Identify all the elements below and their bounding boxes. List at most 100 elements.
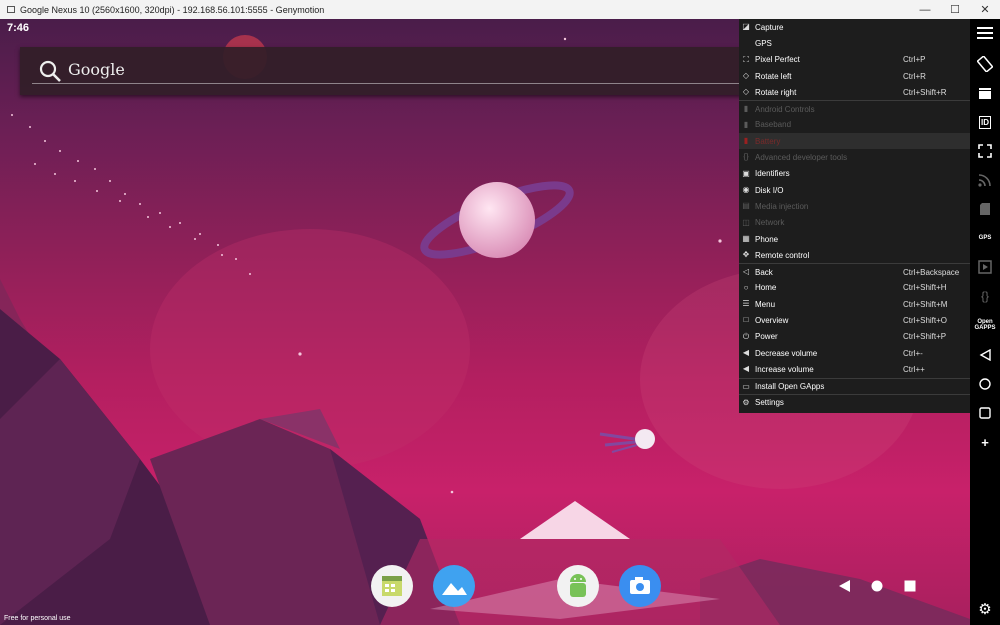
back-icon <box>979 349 991 361</box>
search-icon <box>39 60 61 82</box>
menu-item-capture[interactable]: ◪ Capture <box>739 19 970 35</box>
menu-item-battery[interactable]: ▮ Battery <box>739 133 970 150</box>
menu-item-install-open-gapps[interactable]: ▭ Install Open GApps <box>739 377 970 394</box>
rss-icon <box>978 174 991 187</box>
settings-button[interactable]: ⚙ <box>975 599 995 619</box>
remote-control-icon: ✥ <box>742 250 750 260</box>
window-titlebar: Google Nexus 10 (2560x1600, 320dpi) - 19… <box>0 0 1000 20</box>
menu-item-back[interactable]: ◁ Back Ctrl+Backspace <box>739 263 970 279</box>
menu-item-phone[interactable]: ▦ Phone <box>739 231 970 247</box>
capture-button[interactable] <box>975 83 995 103</box>
window-title: Google Nexus 10 (2560x1600, 320dpi) - 19… <box>20 4 325 15</box>
rotate-right-icon: ◇ <box>742 87 750 97</box>
menu-item-android-controls[interactable]: ▮ Android Controls <box>739 100 970 116</box>
hamburger-icon <box>977 27 993 39</box>
disk-io-icon: ◉ <box>742 184 750 194</box>
identifiers-button[interactable]: ID <box>975 112 995 132</box>
rotate-button[interactable] <box>975 54 995 74</box>
android-robot-icon <box>570 574 586 597</box>
menu-item-network[interactable]: ◫ Network <box>739 215 970 231</box>
close-button[interactable]: ✕ <box>970 0 1000 19</box>
menu-item-baseband[interactable]: ▮ Baseband <box>739 117 970 133</box>
sd-card-button[interactable] <box>975 199 995 219</box>
battery-icon: ▮ <box>743 136 749 146</box>
sd-card-icon <box>980 203 990 215</box>
app-icon-launcher[interactable] <box>371 565 413 607</box>
media-injection-icon: ▤ <box>742 201 750 211</box>
network-button[interactable] <box>975 170 995 190</box>
media-button[interactable] <box>975 257 995 277</box>
app-icon <box>7 6 15 13</box>
volume-up-icon: ◀ <box>742 364 750 374</box>
menu-item-overview[interactable]: □ Overview Ctrl+Shift+O <box>739 312 970 328</box>
menu-item-media-injection[interactable]: ▤ Media injection <box>739 198 970 214</box>
overview-icon: □ <box>743 315 749 325</box>
menu-item-gps[interactable]: GPS <box>739 35 970 51</box>
open-gapps-icon: Open GAPPS <box>974 319 996 331</box>
back-icon: ◁ <box>742 267 750 277</box>
gps-icon <box>742 39 750 47</box>
menu-item-rotate-left[interactable]: ◇ Rotate left Ctrl+R <box>739 68 970 84</box>
developer-tools-button[interactable]: {} <box>975 286 995 306</box>
open-gapps-button[interactable]: Open GAPPS <box>974 315 996 335</box>
android-controls-icon: ▮ <box>743 104 749 114</box>
overview-button[interactable] <box>975 403 995 423</box>
app-icon-gallery[interactable] <box>433 565 475 607</box>
home-icon: ○ <box>743 282 749 292</box>
menu-item-settings[interactable]: ⚙ Settings <box>739 393 970 410</box>
pixel-perfect-button[interactable] <box>975 141 995 161</box>
genymotion-toolbar: ID GPS {} Open GAPPS + ⚙ <box>970 19 1000 625</box>
gear-icon: ⚙ <box>978 601 992 618</box>
gallery-icon <box>442 583 467 595</box>
menu-item-disk-io[interactable]: ◉ Disk I/O <box>739 182 970 198</box>
rotate-left-icon: ◇ <box>742 70 750 80</box>
gps-button[interactable]: GPS <box>975 228 995 248</box>
gps-icon: GPS <box>978 235 992 241</box>
app-icon-android[interactable] <box>557 565 599 607</box>
maximize-button[interactable]: ☐ <box>940 0 970 19</box>
settings-icon: ⚙ <box>742 397 750 407</box>
open-gapps-icon: ▭ <box>742 381 750 391</box>
overview-icon <box>979 407 991 419</box>
nav-home-icon[interactable] <box>871 580 883 592</box>
network-icon: ◫ <box>742 217 750 227</box>
identifiers-icon: ▣ <box>742 168 750 178</box>
nav-back-icon[interactable] <box>837 579 851 593</box>
menu-item-increase-volume[interactable]: ◀ Increase volume Ctrl++ <box>739 361 970 377</box>
home-button[interactable] <box>975 374 995 394</box>
rotate-icon <box>977 56 993 72</box>
search-label: Google <box>68 60 125 79</box>
menu-item-home[interactable]: ○ Home Ctrl+Shift+H <box>739 280 970 296</box>
menu-item-decrease-volume[interactable]: ◀ Decrease volume Ctrl+- <box>739 345 970 361</box>
search-underline <box>32 83 780 84</box>
back-button[interactable] <box>975 345 995 365</box>
menu-item-power[interactable]: ⏻ Power Ctrl+Shift+P <box>739 329 970 345</box>
menu-item-remote-control[interactable]: ✥ Remote control <box>739 247 970 263</box>
menu-item-identifiers[interactable]: ▣ Identifiers <box>739 166 970 182</box>
camera-icon <box>630 577 650 594</box>
menu-item-advanced-developer-tools[interactable]: {} Advanced developer tools <box>739 149 970 165</box>
menu-item-pixel-perfect[interactable]: ⛶ Pixel Perfect Ctrl+P <box>739 52 970 68</box>
home-icon <box>979 378 991 390</box>
pixel-perfect-icon <box>978 144 992 158</box>
status-clock: 7:46 <box>7 22 30 34</box>
capture-icon: ◪ <box>742 22 750 31</box>
free-for-personal-use-label: Free for personal use <box>4 615 71 622</box>
developer-tools-icon: {} <box>743 152 749 162</box>
braces-icon: {} <box>980 289 989 303</box>
add-button[interactable]: + <box>975 432 995 452</box>
minimize-button[interactable]: — <box>910 0 940 19</box>
phone-icon: ▦ <box>742 233 750 243</box>
hamburger-menu-button[interactable] <box>975 23 995 43</box>
volume-down-icon: ◀ <box>742 347 750 357</box>
genymotion-menu: ◪ Capture GPS ⛶ Pixel Perfect Ctrl+P ◇ Rotat… <box>739 19 970 413</box>
nav-overview-icon[interactable] <box>904 580 916 592</box>
app-icon-camera[interactable] <box>619 565 661 607</box>
calendar-grid-icon <box>382 576 402 596</box>
google-search-bar[interactable]: Google <box>20 47 780 95</box>
menu-item-menu[interactable]: ☰ Menu Ctrl+Shift+M <box>739 296 970 312</box>
menu-item-rotate-right[interactable]: ◇ Rotate right Ctrl+Shift+R <box>739 84 970 100</box>
pixel-perfect-icon: ⛶ <box>743 54 749 64</box>
baseband-icon: ▮ <box>743 119 749 129</box>
power-icon: ⏻ <box>742 331 750 341</box>
